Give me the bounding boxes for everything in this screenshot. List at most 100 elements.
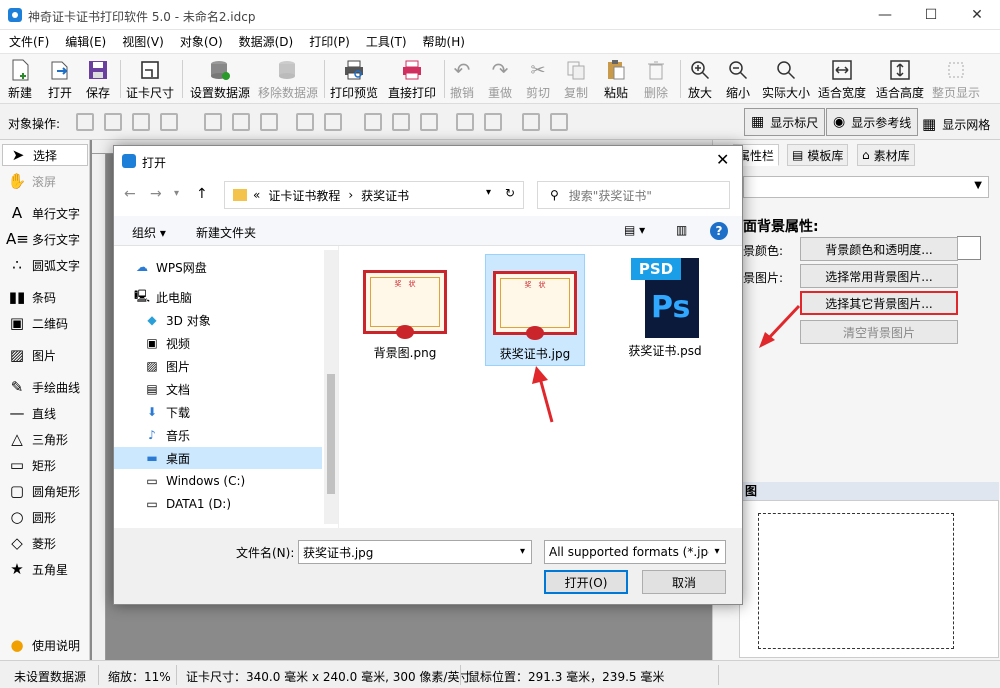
filename-input[interactable]: 获奖证书.jpg ▾ bbox=[298, 540, 532, 564]
align-left-icon[interactable] bbox=[204, 113, 222, 131]
set-datasource-button[interactable]: 设置数据源 bbox=[190, 58, 250, 101]
common-bg-button[interactable]: 选择常用背景图片... bbox=[800, 264, 958, 288]
ungroup-icon[interactable] bbox=[550, 113, 568, 131]
tool-circle[interactable]: ○ 圆形 bbox=[6, 506, 56, 528]
nav-downloads[interactable]: ⬇ 下载 bbox=[144, 401, 324, 423]
nav-drive-c[interactable]: ▭ Windows (C:) bbox=[144, 470, 324, 492]
full-page-button[interactable]: 整页显示 bbox=[932, 58, 980, 101]
nav-3d-objects[interactable]: ◆ 3D 对象 bbox=[144, 309, 324, 331]
tool-multi-line-text[interactable]: A≡ 多行文字 bbox=[6, 228, 80, 250]
tab-templates[interactable]: ▤ 模板库 bbox=[787, 144, 849, 166]
view-mode-icon[interactable]: ▤ ▾ bbox=[624, 223, 645, 237]
back-arrow-icon[interactable]: ← bbox=[124, 186, 136, 202]
distribute-v2-icon[interactable] bbox=[484, 113, 502, 131]
paste-button[interactable]: 粘贴 bbox=[604, 58, 628, 101]
direct-print-button[interactable]: 直接打印 bbox=[388, 58, 436, 101]
menu-print[interactable]: 打印(P) bbox=[309, 33, 350, 50]
address-bar[interactable]: « 证卡证书教程 › 获奖证书 ▾ ↻ bbox=[224, 181, 524, 209]
fit-height-button[interactable]: 适合高度 bbox=[876, 58, 924, 101]
menu-file[interactable]: 文件(F) bbox=[9, 33, 49, 50]
tool-image[interactable]: ▨ 图片 bbox=[6, 344, 56, 366]
cut-button[interactable]: ✂ 剪切 bbox=[526, 58, 550, 101]
nav-drive-d[interactable]: ▭ DATA1 (D:) bbox=[144, 493, 324, 515]
nav-scrollbar-thumb[interactable] bbox=[327, 374, 335, 494]
card-size-button[interactable]: 证卡尺寸 bbox=[126, 58, 174, 101]
align-middle-icon[interactable] bbox=[392, 113, 410, 131]
distribute-h2-icon[interactable] bbox=[324, 113, 342, 131]
refresh-icon[interactable]: ↻ bbox=[505, 186, 515, 200]
save-button[interactable]: 保存 bbox=[86, 58, 110, 101]
redo-button[interactable]: ↷ 重做 bbox=[488, 58, 512, 101]
delete-button[interactable]: 删除 bbox=[644, 58, 668, 101]
tool-line[interactable]: — 直线 bbox=[6, 402, 57, 424]
zoom-out-button[interactable]: 缩小 bbox=[726, 58, 750, 101]
bg-color-swatch[interactable] bbox=[957, 236, 981, 260]
menu-datasource[interactable]: 数据源(D) bbox=[239, 33, 294, 50]
tool-star[interactable]: ★ 五角星 bbox=[6, 558, 68, 580]
tool-select[interactable]: ➤ 选择 bbox=[2, 144, 88, 166]
nav-music[interactable]: ♪ 音乐 bbox=[144, 424, 324, 446]
tool-scroll[interactable]: ✋ 滚屏 bbox=[6, 170, 56, 192]
zoom-in-button[interactable]: 放大 bbox=[688, 58, 712, 101]
nav-wps-cloud[interactable]: ☁ WPS网盘 bbox=[134, 256, 324, 278]
menu-help[interactable]: 帮助(H) bbox=[423, 33, 465, 50]
fit-width-button[interactable]: 适合宽度 bbox=[818, 58, 866, 101]
distribute-h-icon[interactable] bbox=[296, 113, 314, 131]
align-bottom-icon[interactable] bbox=[420, 113, 438, 131]
close-window-button[interactable]: ✕ bbox=[954, 0, 1000, 30]
tool-qrcode[interactable]: ▣ 二维码 bbox=[6, 312, 68, 334]
organize-button[interactable]: 组织 ▾ bbox=[132, 224, 166, 241]
show-grid-toggle[interactable]: ▦ 显示网格 bbox=[922, 115, 990, 133]
actual-size-button[interactable]: 实际大小 bbox=[762, 58, 810, 101]
up-arrow-icon[interactable]: ↑ bbox=[196, 186, 208, 202]
file-item-bg-png[interactable]: 奖 状 背景图.png bbox=[355, 254, 455, 366]
breadcrumb-award[interactable]: 获奖证书 bbox=[361, 187, 409, 204]
new-button[interactable]: 新建 bbox=[8, 58, 32, 101]
tool-triangle[interactable]: △ 三角形 bbox=[6, 428, 68, 450]
file-item-award-psd[interactable]: PSD Ps 获奖证书.psd bbox=[615, 254, 715, 366]
tool-arc-text[interactable]: ∴ 圆弧文字 bbox=[6, 254, 80, 276]
menu-object[interactable]: 对象(O) bbox=[180, 33, 223, 50]
tab-materials[interactable]: ⌂ 素材库 bbox=[857, 144, 915, 166]
menu-edit[interactable]: 编辑(E) bbox=[65, 33, 106, 50]
align-top-icon[interactable] bbox=[364, 113, 382, 131]
tool-barcode[interactable]: ▮▮ 条码 bbox=[6, 286, 56, 308]
align-center-icon[interactable] bbox=[232, 113, 250, 131]
menu-view[interactable]: 视图(V) bbox=[122, 33, 164, 50]
breadcrumb-tutorial[interactable]: 证卡证书教程 bbox=[268, 187, 340, 204]
recent-chevron-icon[interactable]: ▾ bbox=[174, 188, 179, 199]
tool-diamond[interactable]: ◇ 菱形 bbox=[6, 532, 56, 554]
tool-rounded-rectangle[interactable]: ▢ 圆角矩形 bbox=[6, 480, 80, 502]
filename-dropdown-icon[interactable]: ▾ bbox=[520, 546, 525, 557]
nav-pictures[interactable]: ▨ 图片 bbox=[144, 355, 324, 377]
file-item-award-jpg[interactable]: 奖 状 获奖证书.jpg bbox=[485, 254, 585, 366]
bg-color-button[interactable]: 背景颜色和透明度... bbox=[800, 237, 958, 261]
help-icon[interactable]: ? bbox=[710, 222, 728, 240]
nav-desktop[interactable]: ▬ 桌面 bbox=[114, 447, 322, 469]
layer-down-icon[interactable] bbox=[132, 113, 150, 131]
object-select-dropdown[interactable]: ▼ bbox=[743, 176, 989, 198]
maximize-button[interactable]: ☐ bbox=[908, 0, 954, 30]
tool-single-line-text[interactable]: A 单行文字 bbox=[6, 202, 80, 224]
distribute-v-icon[interactable] bbox=[456, 113, 474, 131]
undo-button[interactable]: ↶ 撤销 bbox=[450, 58, 474, 101]
address-dropdown-icon[interactable]: ▾ bbox=[486, 187, 491, 198]
new-folder-button[interactable]: 新建文件夹 bbox=[196, 224, 256, 241]
open-button[interactable]: 打开 bbox=[48, 58, 72, 101]
minimize-button[interactable]: — bbox=[862, 0, 908, 30]
show-guides-toggle[interactable]: ◉ 显示参考线 bbox=[826, 108, 919, 136]
tool-freehand[interactable]: ✎ 手绘曲线 bbox=[6, 376, 80, 398]
nav-videos[interactable]: ▣ 视频 bbox=[144, 332, 324, 354]
other-bg-button[interactable]: 选择其它背景图片... bbox=[800, 291, 958, 315]
forward-arrow-icon[interactable]: → bbox=[150, 186, 162, 202]
copy-button[interactable]: 复制 bbox=[564, 58, 588, 101]
remove-datasource-button[interactable]: 移除数据源 bbox=[258, 58, 318, 101]
group-icon[interactable] bbox=[522, 113, 540, 131]
nav-documents[interactable]: ▤ 文档 bbox=[144, 378, 324, 400]
filetype-dropdown-icon[interactable]: ▾ bbox=[709, 541, 725, 563]
preview-pane-icon[interactable]: ▥ bbox=[676, 223, 687, 237]
layer-bottom-icon[interactable] bbox=[160, 113, 178, 131]
tool-rectangle[interactable]: ▭ 矩形 bbox=[6, 454, 56, 476]
filetype-select[interactable]: All supported formats (*.jpg, *.png, *.b… bbox=[544, 540, 726, 564]
tool-help[interactable]: ● 使用说明 bbox=[6, 634, 80, 656]
